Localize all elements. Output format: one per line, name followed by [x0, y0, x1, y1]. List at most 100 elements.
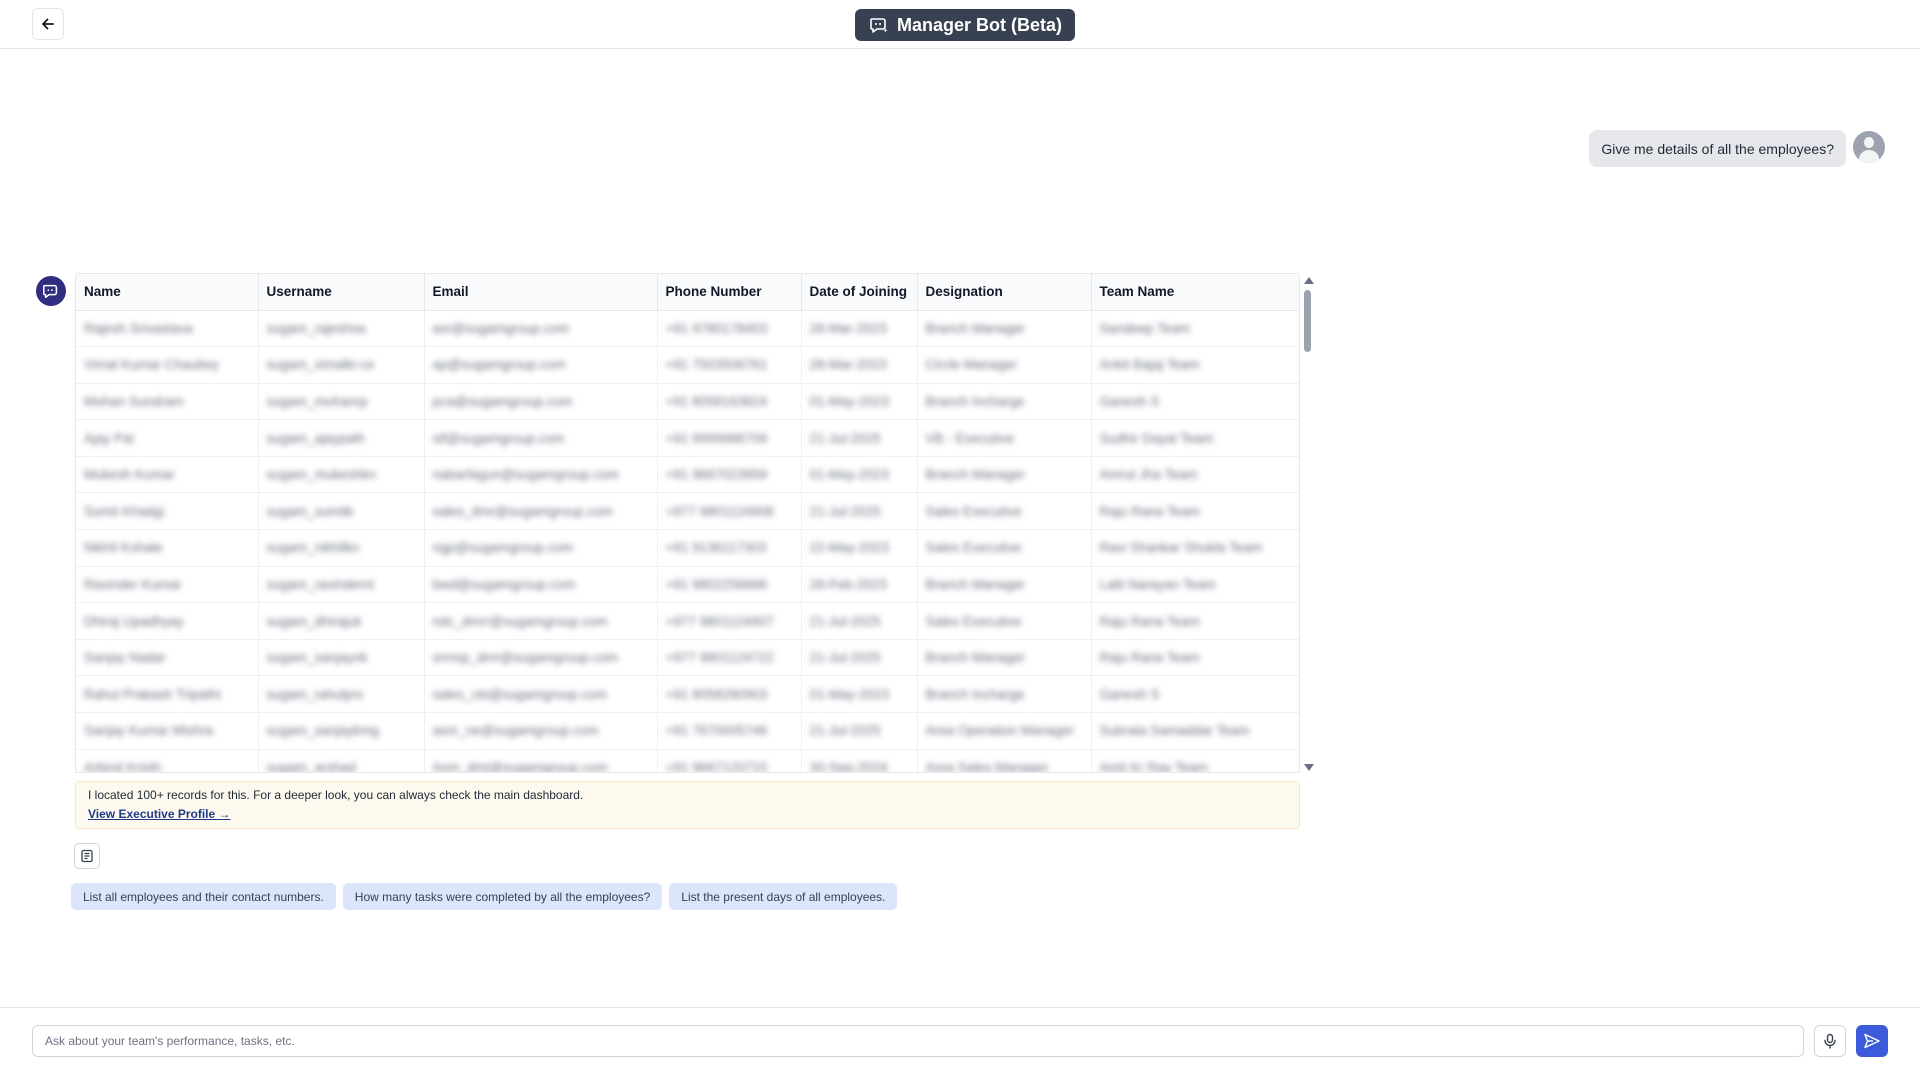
cell-value: +977 9801124907: [665, 613, 774, 629]
cell-value: sugam_sumitk: [266, 503, 354, 519]
cell-value: 21-Jul-2025: [809, 430, 881, 446]
scroll-down-arrow-icon[interactable]: [1304, 764, 1314, 771]
table-cell: +91 7503506761: [657, 346, 802, 384]
view-executive-profile-link[interactable]: View Executive Profile →: [88, 807, 231, 821]
cell-value: +91 8058280903: [665, 686, 768, 702]
table-cell: +91 9802256666: [657, 566, 802, 604]
cell-value: 21-Jul-2025: [809, 503, 881, 519]
user-message-bubble: Give me details of all the employees?: [1589, 130, 1846, 167]
cell-value: Amrut Jha Team: [1099, 467, 1198, 483]
cell-value: 01-May-2023: [809, 686, 890, 702]
cell-value: 21-Jul-2025: [809, 650, 881, 666]
cell-value: Branch Manager: [925, 576, 1026, 592]
avatar-body: [1859, 150, 1879, 163]
cell-value: +91 8058163824: [665, 393, 768, 409]
table-cell: +91 9667023959: [657, 456, 802, 494]
table-cell: Branch Incharge: [917, 383, 1092, 421]
cell-value: Mukesh Kumar: [84, 467, 175, 483]
table-cell: pca@sugamgroup.com: [424, 383, 658, 421]
cell-value: Branch Manager: [925, 650, 1026, 666]
cell-value: sugam_rahulprs: [266, 686, 364, 702]
top-bar: Manager Bot (Beta): [0, 0, 1920, 49]
suggestion-chip[interactable]: List the present days of all employees.: [669, 883, 898, 910]
table-cell: Branch Manager: [917, 310, 1092, 348]
cell-value: Branch Manager: [925, 320, 1026, 336]
cell-value: sugam_sanjaynk: [266, 650, 368, 666]
cell-value: asr@sugamgroup.com: [432, 320, 570, 336]
cell-value: Sales Executive: [925, 503, 1022, 519]
table-cell: 28-Mar-2023: [801, 310, 918, 348]
column-header: Username: [258, 274, 425, 311]
table-row[interactable]: Rajesh Srivastava sugam_rajeshsa asr@sugam…: [76, 310, 1299, 348]
scroll-thumb[interactable]: [1304, 290, 1311, 352]
document-button[interactable]: [74, 843, 100, 869]
arrow-left-icon: [42, 18, 54, 30]
table-cell: sales_ckt@sugamgroup.com: [424, 675, 658, 714]
cell-value: 01-May-2023: [809, 467, 890, 483]
cell-value: 28-Feb-2023: [809, 576, 887, 592]
table-cell: Mukesh Kumar: [76, 456, 259, 494]
table-cell: Branch Manager: [917, 456, 1092, 494]
table-cell: Raju Rana Team: [1091, 639, 1299, 677]
table-cell: +91 7670005746: [657, 712, 802, 750]
table-cell: asr@sugamgroup.com: [424, 310, 658, 348]
cell-value: nabarfagun@sugamgroup.com: [432, 467, 619, 483]
cell-value: Asm_dmt@sugamgroup.com: [432, 759, 608, 773]
cell-value: Branch Incharge: [925, 686, 1025, 702]
suggestion-chip[interactable]: How many tasks were completed by all the…: [342, 883, 663, 910]
table-row[interactable]: Rahul Prakash Tripathi sugam_rahulprs sale…: [76, 675, 1299, 714]
cell-value: Sales Executive: [925, 613, 1022, 629]
mic-button[interactable]: [1814, 1025, 1846, 1057]
table-cell: Asm_dmt@sugamgroup.com: [424, 749, 658, 773]
cell-value: Sumit Khadgi: [84, 503, 165, 519]
table-cell: 21-Jul-2025: [801, 492, 918, 531]
cell-value: Lalit Narayan Team: [1099, 576, 1216, 592]
table-scrollbar[interactable]: [1301, 273, 1315, 773]
table-row[interactable]: Sumit Khadgi sugam_sumitk sales_dmr@sugamg…: [76, 492, 1299, 531]
table-cell: 21-Jul-2025: [801, 419, 918, 457]
cell-value: 28-Mar-2023: [809, 357, 887, 373]
cell-value: Rajesh Srivastava: [84, 320, 193, 336]
table-cell: sugam_rahulprs: [258, 675, 425, 714]
employees-table-container[interactable]: Name Username Email Phone Number Date of Joi…: [75, 273, 1300, 773]
records-info-note: I located 100+ records for this. For a d…: [75, 781, 1300, 829]
cell-value: sugam_sanjaykmg: [266, 723, 380, 739]
table-cell: sugam_ajaypalh: [258, 419, 425, 457]
column-header: Date of Joining: [801, 274, 918, 311]
cell-value: Nikhil Kohale: [84, 540, 163, 556]
suggestion-chip[interactable]: List all employees and their contact num…: [71, 883, 336, 910]
table-row[interactable]: Sanjay Nadar sugam_sanjaynk srmsp_dmr@suga…: [76, 639, 1299, 677]
table-row[interactable]: Arbind Kristh sugam_arshad Asm_dmt@sugamgr…: [76, 749, 1299, 773]
cell-value: +977 9801124908: [665, 503, 774, 519]
table-cell: 21-Jul-2025: [801, 712, 918, 750]
column-header: Designation: [917, 274, 1092, 311]
table-row[interactable]: Nikhil Kohale sugam_nikhilkn ngp@sugamgrou…: [76, 529, 1299, 567]
table-cell: Vimal Kumar Chaubey: [76, 346, 259, 384]
table-cell: Ganesh S: [1091, 675, 1299, 714]
table-cell: Sandeep Team: [1091, 310, 1299, 348]
back-button[interactable]: [32, 8, 64, 40]
table-cell: +91 9999986709: [657, 419, 802, 457]
scroll-up-arrow-icon[interactable]: [1304, 277, 1314, 284]
table-cell: Branch Manager: [917, 639, 1092, 677]
table-cell: Branch Incharge: [917, 675, 1092, 714]
table-row[interactable]: Vimal Kumar Chaubey sugam_vimalkr.ce ap@su…: [76, 346, 1299, 384]
chat-input[interactable]: [32, 1025, 1804, 1057]
cell-value: Circle Manager: [925, 357, 1018, 373]
cell-value: +977 9801124722: [665, 650, 774, 666]
cell-value: srmsp_dmr@sugamgroup.com: [432, 650, 619, 666]
cell-value: Raju Rana Team: [1099, 503, 1200, 519]
table-cell: +91 9667120715: [657, 749, 802, 772]
table-cell: +91 8058280903: [657, 675, 802, 714]
send-button[interactable]: [1856, 1025, 1888, 1057]
table-row[interactable]: Mohan Sundram sugam_mohanrp pca@sugamgroup…: [76, 383, 1299, 421]
cell-value: Branch Incharge: [925, 393, 1025, 409]
table-cell: nabarfagun@sugamgroup.com: [424, 456, 658, 494]
table-row[interactable]: Ajay Pal sugam_ajaypalh sif@sugamgroup.com…: [76, 419, 1299, 457]
page-title-text: Manager Bot (Beta): [897, 14, 1063, 35]
table-row[interactable]: Sanjay Kumar Mishra sugam_sanjaykmg asm_ne…: [76, 712, 1299, 750]
table-row[interactable]: Dhiraj Upadhyay sugam_dhirajuk ndc_dmrr@su…: [76, 602, 1299, 640]
table-row[interactable]: Ravinder Kumar sugam_ravindernl bwd@sugamg…: [76, 566, 1299, 604]
table-row[interactable]: Mukesh Kumar sugam_mukeshkn nabarfagun@sug…: [76, 456, 1299, 494]
column-header: Email: [424, 274, 658, 311]
